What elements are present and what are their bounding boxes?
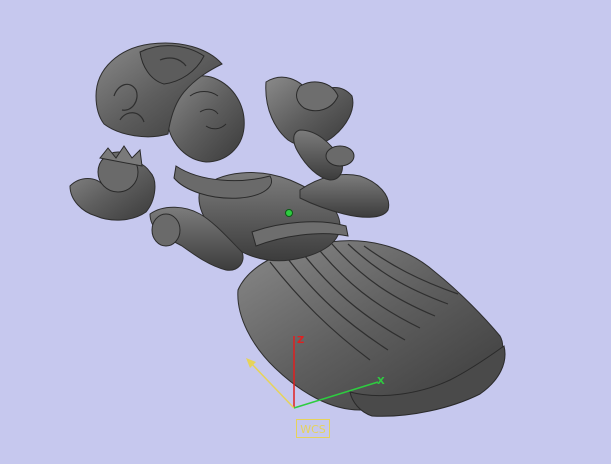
relief-model[interactable]: [69, 42, 506, 417]
left-bracelet: [151, 213, 181, 247]
wcs-label: WCS: [296, 419, 330, 438]
right-bracelet: [325, 145, 355, 167]
model-scene[interactable]: [0, 0, 611, 464]
3d-viewport[interactable]: Z X WCS: [0, 0, 611, 464]
rotation-pivot[interactable]: [285, 209, 293, 217]
x-axis-letter: X: [377, 376, 385, 387]
necklace: [173, 165, 272, 199]
z-axis-letter: Z: [297, 335, 305, 346]
